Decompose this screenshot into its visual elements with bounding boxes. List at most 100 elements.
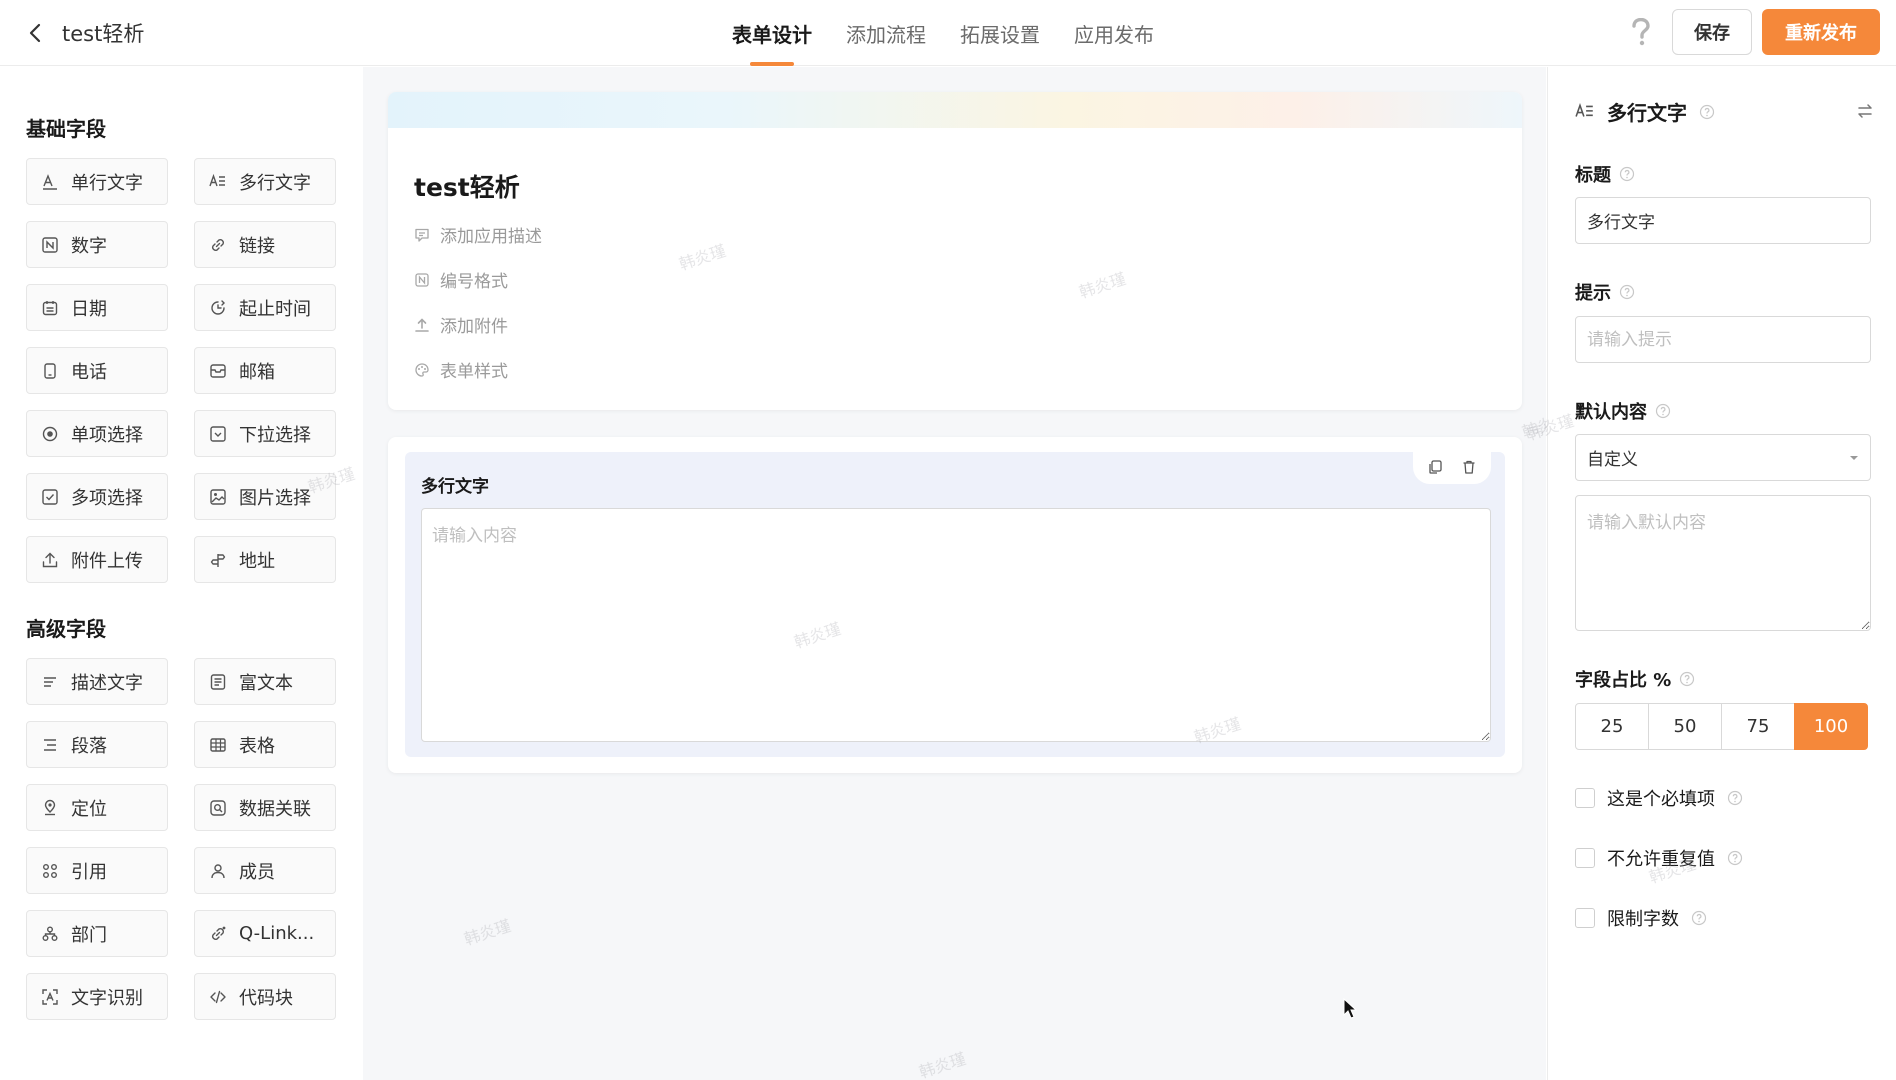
field-upload[interactable]: 附件上传 xyxy=(26,536,168,583)
field-radio[interactable]: 单项选择 xyxy=(26,410,168,457)
info-banner xyxy=(388,92,1522,128)
field-description[interactable]: 描述文字 xyxy=(26,658,168,705)
tab-app-publish[interactable]: 应用发布 xyxy=(1074,0,1154,66)
info-row-label: 添加应用描述 xyxy=(440,227,542,247)
back-button[interactable] xyxy=(22,20,48,46)
help-circle-icon[interactable] xyxy=(1619,166,1635,182)
ratio-50-button[interactable]: 50 xyxy=(1648,703,1722,750)
address-icon xyxy=(210,553,226,567)
field-date[interactable]: 日期 xyxy=(26,284,168,331)
field-item-label: 成员 xyxy=(239,861,275,883)
trash-icon xyxy=(1463,460,1475,474)
form-info-card: test轻析 添加应用描述 编号格式 添加附件 表单样式 韩炎瑾 韩炎瑾 xyxy=(388,92,1522,410)
save-button[interactable]: 保存 xyxy=(1672,9,1752,55)
help-circle-icon[interactable] xyxy=(1727,850,1743,866)
field-item-label: 下拉选择 xyxy=(239,424,311,446)
paragraph-icon xyxy=(44,738,56,751)
phone-icon xyxy=(44,362,56,379)
field-member[interactable]: 成员 xyxy=(194,847,336,894)
field-item-label: 引用 xyxy=(71,861,107,883)
field-item-label: 表格 xyxy=(239,735,275,757)
help-circle-icon[interactable] xyxy=(1691,910,1707,926)
field-ratio-label: 字段占比 % xyxy=(1575,666,1695,692)
checkbox-label: 这是个必填项 xyxy=(1607,789,1715,810)
tab-extend-settings[interactable]: 拓展设置 xyxy=(960,0,1040,66)
field-checkbox[interactable]: 多项选择 xyxy=(26,473,168,520)
comment-icon xyxy=(415,228,429,242)
help-button[interactable] xyxy=(1626,17,1656,47)
field-reference[interactable]: 引用 xyxy=(26,847,168,894)
tab-add-process[interactable]: 添加流程 xyxy=(846,0,926,66)
title-label: 标题 xyxy=(1575,161,1635,187)
ratio-100-button[interactable]: 100 xyxy=(1794,703,1868,750)
republish-button[interactable]: 重新发布 xyxy=(1762,9,1880,55)
field-single-line-text[interactable]: 单行文字 xyxy=(26,158,168,205)
form-title[interactable]: test轻析 xyxy=(414,168,520,204)
field-image-select[interactable]: 图片选择 xyxy=(194,473,336,520)
help-circle-icon[interactable] xyxy=(1727,790,1743,806)
mouse-cursor-icon xyxy=(1343,998,1357,1019)
help-circle-icon[interactable] xyxy=(1679,671,1695,687)
field-email[interactable]: 邮箱 xyxy=(194,347,336,394)
required-checkbox[interactable] xyxy=(1575,788,1595,808)
default-content-select[interactable]: 自定义 xyxy=(1575,434,1871,481)
link-icon xyxy=(212,238,224,251)
checkbox-label: 限制字数 xyxy=(1607,909,1679,930)
field-multi-line-text[interactable]: 多行文字 xyxy=(194,158,336,205)
help-circle-icon[interactable] xyxy=(1699,104,1715,120)
limit-chars-checkbox[interactable] xyxy=(1575,908,1595,928)
info-row-label: 添加附件 xyxy=(440,317,508,337)
delete-field-button[interactable] xyxy=(1458,456,1480,478)
chevron-left-icon xyxy=(29,23,41,43)
hint-input[interactable] xyxy=(1575,316,1871,363)
help-circle-icon[interactable] xyxy=(1619,284,1635,300)
dropdown-icon xyxy=(210,425,226,442)
tab-form-design[interactable]: 表单设计 xyxy=(732,0,812,66)
field-department[interactable]: 部门 xyxy=(26,910,168,957)
no-duplicate-checkbox-row[interactable]: 不允许重复值 xyxy=(1575,845,1743,871)
field-qlink[interactable]: Q-Link... xyxy=(194,910,336,957)
field-code-block[interactable]: 代码块 xyxy=(194,973,336,1020)
field-item-label: 定位 xyxy=(71,798,107,820)
no-duplicate-checkbox[interactable] xyxy=(1575,848,1595,868)
default-content-label: 默认内容 xyxy=(1575,398,1671,424)
location-icon xyxy=(44,799,56,815)
field-ocr[interactable]: 文字识别 xyxy=(26,973,168,1020)
field-item-label: 多项选择 xyxy=(71,487,143,509)
field-paragraph[interactable]: 段落 xyxy=(26,721,168,768)
field-time-range[interactable]: 起止时间 xyxy=(194,284,336,331)
field-table[interactable]: 表格 xyxy=(194,721,336,768)
field-item-label: 链接 xyxy=(239,235,275,257)
help-circle-icon[interactable] xyxy=(1655,403,1671,419)
required-checkbox-row[interactable]: 这是个必填项 xyxy=(1575,785,1743,811)
watermark: 韩炎瑾 xyxy=(916,1048,969,1080)
multi-line-field-block[interactable]: 多行文字 xyxy=(405,450,1505,757)
add-attachment-row[interactable]: 添加附件 xyxy=(414,312,508,337)
field-dropdown[interactable]: 下拉选择 xyxy=(194,410,336,457)
field-item-label: 起止时间 xyxy=(239,298,311,320)
ratio-75-button[interactable]: 75 xyxy=(1721,703,1795,750)
swap-field-type-button[interactable] xyxy=(1854,100,1876,122)
field-rich-text[interactable]: 富文本 xyxy=(194,658,336,705)
palette-icon xyxy=(415,362,429,377)
field-preview-textarea[interactable] xyxy=(421,508,1491,742)
copy-field-button[interactable] xyxy=(1424,456,1446,478)
limit-chars-checkbox-row[interactable]: 限制字数 xyxy=(1575,905,1707,931)
field-location[interactable]: 定位 xyxy=(26,784,168,831)
default-content-textarea[interactable] xyxy=(1575,495,1871,631)
field-data-link[interactable]: 数据关联 xyxy=(194,784,336,831)
field-item-label: 数字 xyxy=(71,235,107,257)
field-address[interactable]: 地址 xyxy=(194,536,336,583)
number-format-row[interactable]: 编号格式 xyxy=(414,267,508,292)
field-phone[interactable]: 电话 xyxy=(26,347,168,394)
title-input[interactable] xyxy=(1575,197,1871,244)
department-icon xyxy=(42,926,58,941)
add-description-row[interactable]: 添加应用描述 xyxy=(414,222,542,247)
form-style-row[interactable]: 表单样式 xyxy=(414,357,508,382)
data-link-icon xyxy=(210,799,226,816)
field-item-label: 附件上传 xyxy=(71,550,143,572)
field-block-label: 多行文字 xyxy=(421,477,489,497)
ratio-25-button[interactable]: 25 xyxy=(1575,703,1649,750)
field-number[interactable]: 数字 xyxy=(26,221,168,268)
field-link[interactable]: 链接 xyxy=(194,221,336,268)
